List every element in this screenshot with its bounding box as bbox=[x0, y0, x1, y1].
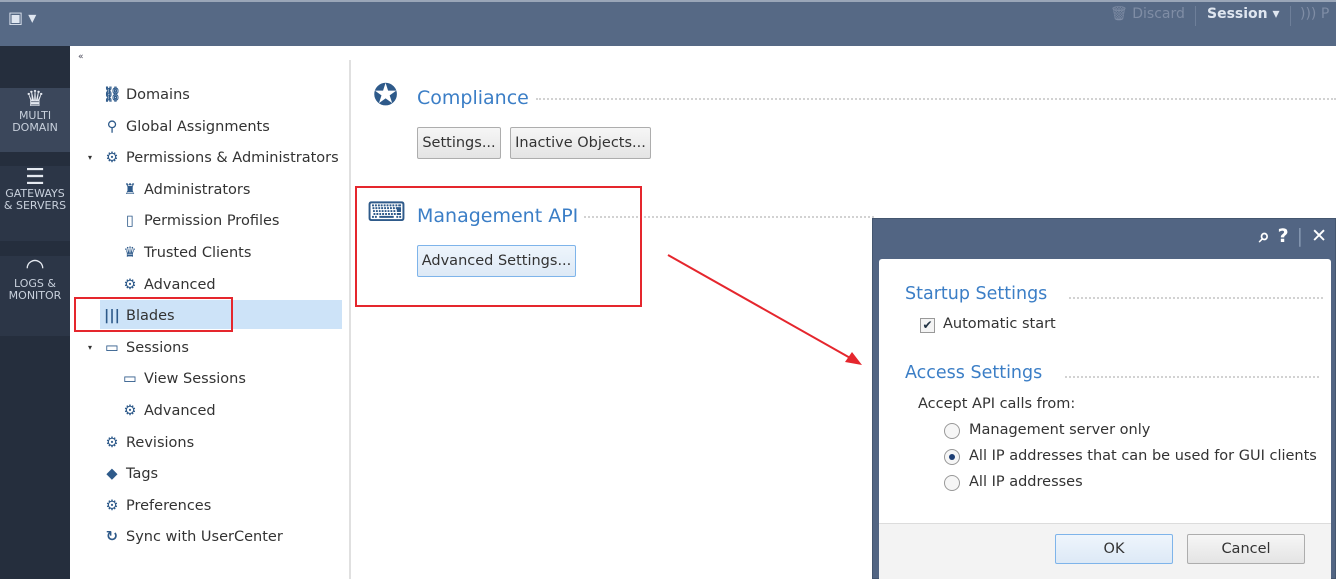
divider: | bbox=[1296, 225, 1304, 247]
radio-all-ip-addresses[interactable] bbox=[944, 475, 960, 491]
radio-management-server-only[interactable] bbox=[944, 423, 960, 439]
accept-api-calls-label: Accept API calls from: bbox=[918, 396, 1076, 412]
search-icon[interactable]: ⌕ bbox=[1259, 225, 1270, 247]
dialog-titlebar-tools: ⌕? | ✕ bbox=[1251, 225, 1327, 247]
option-label: Management server only bbox=[969, 422, 1151, 438]
management-api-settings-dialog: ⌕? | ✕ Startup Settings ✔ Automatic start … bbox=[872, 218, 1336, 579]
automatic-start-checkbox[interactable]: ✔ bbox=[920, 318, 935, 333]
option-label: All IP addresses bbox=[969, 474, 1083, 490]
dialog-footer: OK Cancel bbox=[879, 523, 1331, 579]
automatic-start-label: Automatic start bbox=[943, 316, 1056, 332]
option-label: All IP addresses that can be used for GU… bbox=[969, 448, 1317, 464]
close-icon[interactable]: ✕ bbox=[1311, 225, 1327, 247]
help-icon[interactable]: ? bbox=[1278, 225, 1289, 247]
section-divider bbox=[1065, 376, 1319, 378]
ok-button[interactable]: OK bbox=[1055, 534, 1173, 564]
arrow-head bbox=[845, 352, 862, 365]
access-settings-title: Access Settings bbox=[905, 363, 1043, 383]
dialog-body: Startup Settings ✔ Automatic start Acces… bbox=[879, 259, 1331, 579]
arrow-line bbox=[667, 254, 853, 360]
section-divider bbox=[1069, 297, 1323, 299]
startup-settings-title: Startup Settings bbox=[905, 284, 1048, 304]
radio-gui-clients[interactable] bbox=[944, 449, 960, 465]
cancel-button[interactable]: Cancel bbox=[1187, 534, 1305, 564]
